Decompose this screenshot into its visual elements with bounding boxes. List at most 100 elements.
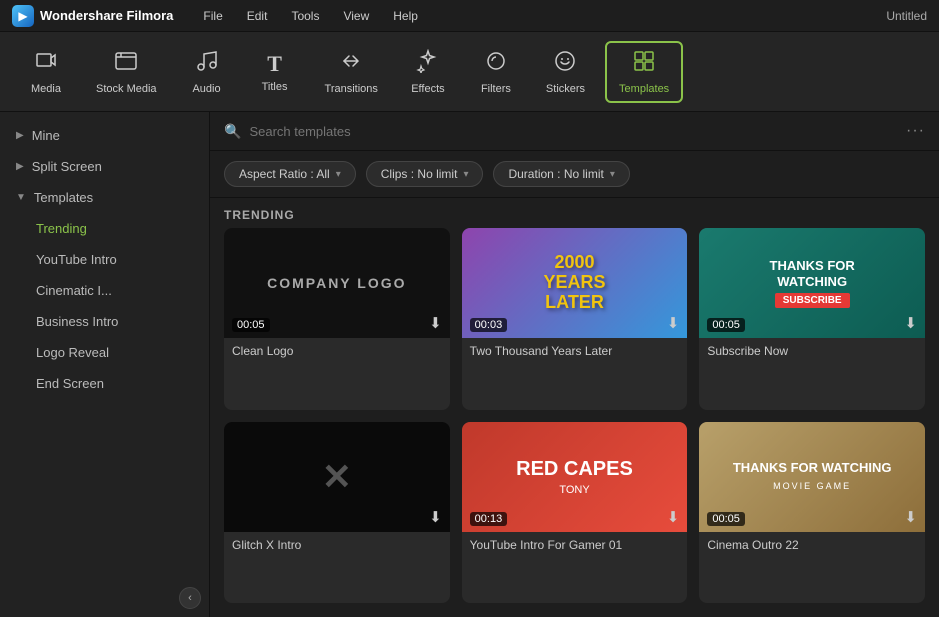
cinema-duration: 00:05 [707, 512, 745, 526]
sidebar-item-templates[interactable]: ▼ Templates [0, 182, 209, 213]
main-area: ▶ Mine ▶ Split Screen ▼ Templates Trendi… [0, 112, 939, 617]
duration-chevron: ▾ [610, 169, 615, 180]
sidebar-item-trending-label: Trending [36, 221, 87, 236]
toolbar-stock-media[interactable]: Stock Media [84, 43, 169, 101]
toolbar-transitions[interactable]: Transitions [313, 43, 390, 101]
sidebar-item-youtube-intro-label: YouTube Intro [36, 252, 117, 267]
sidebar: ▶ Mine ▶ Split Screen ▼ Templates Trendi… [0, 112, 210, 617]
clean-logo-duration: 00:05 [232, 318, 270, 332]
sidebar-item-trending[interactable]: Trending [0, 213, 209, 244]
toolbar-media[interactable]: Media [16, 43, 76, 101]
clips-filter[interactable]: Clips : No limit ▾ [366, 161, 484, 187]
gamer-download-icon[interactable]: ⬇ [667, 508, 680, 526]
template-card-subscribe-now[interactable]: THANKS FORWATCHING SUBSCRIBE 00:05 ⬇ Sub… [699, 228, 925, 410]
template-card-cinema[interactable]: THANKS FOR WATCHINGMOVIE GAME 00:05 ⬇ Ci… [699, 422, 925, 604]
two-thousand-thumb: 2000YEARSLATER 00:03 ⬇ [462, 228, 688, 338]
menu-tools[interactable]: Tools [281, 6, 329, 26]
menu-bar: ▶ Wondershare Filmora File Edit Tools Vi… [0, 0, 939, 32]
sidebar-item-business-intro-label: Business Intro [36, 314, 118, 329]
menu-edit[interactable]: Edit [237, 6, 278, 26]
audio-label: Audio [192, 83, 220, 95]
window-title: Untitled [886, 9, 927, 23]
gamer-title: YouTube Intro For Gamer 01 [462, 532, 688, 560]
search-bar: 🔍 ··· [210, 112, 939, 151]
sidebar-item-end-screen[interactable]: End Screen [0, 368, 209, 399]
glitch-thumb: ✕ ⬇ [224, 422, 450, 532]
duration-label: Duration : No limit [508, 167, 603, 181]
toolbar-effects[interactable]: Effects [398, 43, 458, 101]
sidebar-item-templates-label: Templates [34, 190, 93, 205]
glitch-thumb-text: ✕ [322, 456, 352, 498]
audio-icon [195, 49, 219, 79]
sidebar-item-youtube-intro[interactable]: YouTube Intro [0, 244, 209, 275]
toolbar: Media Stock Media Audio T Titles Transit… [0, 32, 939, 112]
effects-icon [416, 49, 440, 79]
app-logo-icon: ▶ [12, 5, 34, 27]
two-thousand-thumb-text: 2000YEARSLATER [543, 253, 605, 312]
toolbar-audio[interactable]: Audio [177, 43, 237, 101]
toolbar-stickers[interactable]: Stickers [534, 43, 597, 101]
template-card-clean-logo[interactable]: COMPANY LOGO 00:05 ⬇ Clean Logo [224, 228, 450, 410]
transitions-label: Transitions [325, 83, 378, 95]
clips-label: Clips : No limit [381, 167, 458, 181]
sidebar-item-logo-reveal-label: Logo Reveal [36, 345, 109, 360]
sidebar-item-cinematic[interactable]: Cinematic I... [0, 275, 209, 306]
templates-label: Templates [619, 83, 669, 95]
transitions-icon [339, 49, 363, 79]
clips-chevron: ▾ [463, 169, 468, 180]
two-thousand-download-icon[interactable]: ⬇ [667, 314, 680, 332]
filters-icon [484, 49, 508, 79]
sidebar-item-end-screen-label: End Screen [36, 376, 104, 391]
toolbar-titles[interactable]: T Titles [245, 45, 305, 99]
effects-label: Effects [411, 83, 444, 95]
sidebar-collapse-button[interactable]: ‹ [179, 587, 201, 609]
content-panel: 🔍 ··· Aspect Ratio : All ▾ Clips : No li… [210, 112, 939, 617]
clean-logo-thumb-text: COMPANY LOGO [267, 275, 406, 291]
glitch-download-icon[interactable]: ⬇ [429, 508, 442, 526]
subscribe-now-download-icon[interactable]: ⬇ [904, 314, 917, 332]
menu-file[interactable]: File [193, 6, 232, 26]
trending-section-label: TRENDING [210, 198, 939, 228]
sidebar-item-logo-reveal[interactable]: Logo Reveal [0, 337, 209, 368]
titles-icon: T [267, 51, 282, 77]
clean-logo-thumb: COMPANY LOGO 00:05 ⬇ [224, 228, 450, 338]
menu-view[interactable]: View [333, 6, 379, 26]
toolbar-templates[interactable]: Templates [605, 41, 683, 103]
clean-logo-download-icon[interactable]: ⬇ [429, 314, 442, 332]
menu-help[interactable]: Help [383, 6, 428, 26]
template-card-glitch[interactable]: ✕ ⬇ Glitch X Intro [224, 422, 450, 604]
sidebar-item-mine-label: Mine [32, 128, 60, 143]
subscribe-now-thumb: THANKS FORWATCHING SUBSCRIBE 00:05 ⬇ [699, 228, 925, 338]
template-grid: COMPANY LOGO 00:05 ⬇ Clean Logo 2000YEAR… [210, 228, 939, 617]
media-label: Media [31, 83, 61, 95]
aspect-ratio-filter[interactable]: Aspect Ratio : All ▾ [224, 161, 356, 187]
app-logo: ▶ Wondershare Filmora [12, 5, 173, 27]
search-icon: 🔍 [224, 123, 241, 140]
cinema-thumb-text: THANKS FOR WATCHINGMOVIE GAME [733, 460, 892, 494]
template-card-two-thousand[interactable]: 2000YEARSLATER 00:03 ⬇ Two Thousand Year… [462, 228, 688, 410]
sidebar-item-mine[interactable]: ▶ Mine [0, 120, 209, 151]
sidebar-item-business-intro[interactable]: Business Intro [0, 306, 209, 337]
sidebar-item-split-screen[interactable]: ▶ Split Screen [0, 151, 209, 182]
mine-arrow: ▶ [16, 130, 24, 141]
titles-label: Titles [262, 81, 288, 93]
templates-icon [632, 49, 656, 79]
two-thousand-duration: 00:03 [470, 318, 508, 332]
toolbar-filters[interactable]: Filters [466, 43, 526, 101]
cinema-download-icon[interactable]: ⬇ [904, 508, 917, 526]
glitch-title: Glitch X Intro [224, 532, 450, 560]
more-options-icon[interactable]: ··· [906, 122, 925, 140]
stickers-icon [553, 49, 577, 79]
media-icon [34, 49, 58, 79]
app-name: Wondershare Filmora [40, 8, 173, 23]
menu-items: File Edit Tools View Help [193, 6, 886, 26]
template-card-gamer[interactable]: RED CAPES TONY 00:13 ⬇ YouTube Intro For… [462, 422, 688, 604]
duration-filter[interactable]: Duration : No limit ▾ [493, 161, 629, 187]
cinema-thumb: THANKS FOR WATCHINGMOVIE GAME 00:05 ⬇ [699, 422, 925, 532]
stock-media-icon [114, 49, 138, 79]
search-input[interactable] [249, 124, 898, 139]
subscribe-now-duration: 00:05 [707, 318, 745, 332]
clean-logo-title: Clean Logo [224, 338, 450, 366]
cinema-title: Cinema Outro 22 [699, 532, 925, 560]
templates-arrow: ▼ [16, 192, 26, 203]
